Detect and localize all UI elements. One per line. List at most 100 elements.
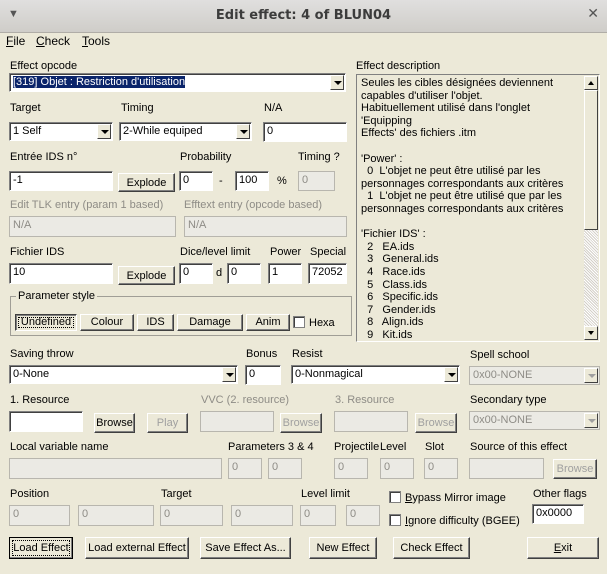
param-style-ids-button[interactable]: IDS <box>137 314 174 331</box>
explode-ids-entry-button[interactable]: Explode <box>118 173 175 192</box>
local-variable-label: Local variable name <box>10 441 109 453</box>
resource3-input <box>334 411 408 432</box>
exit-button[interactable]: Exit <box>527 537 599 559</box>
projectile-input: 0 <box>334 458 368 479</box>
probability-separator: - <box>219 175 223 187</box>
dice-d-label: d <box>216 267 223 279</box>
scroll-up-icon[interactable] <box>584 76 598 90</box>
menu-tools[interactable]: Tools <box>82 34 110 48</box>
target-value: 1 Self <box>13 125 42 137</box>
probability-min-input[interactable]: 0 <box>179 171 213 191</box>
chevron-down-icon[interactable] <box>222 367 236 382</box>
na-input[interactable]: 0 <box>263 122 347 142</box>
saving-throw-value: 0-None <box>13 368 50 380</box>
ignore-difficulty-label: Ignore difficulty (BGEE) <box>405 515 520 527</box>
bypass-mirror-checkbox[interactable] <box>389 491 401 503</box>
resist-label: Resist <box>292 348 323 360</box>
target-position-label: Target <box>161 488 192 500</box>
param-style-colour-button[interactable]: Colour <box>80 314 134 331</box>
spell-school-select: 0x00-NONE <box>469 366 600 385</box>
menu-check[interactable]: Check <box>36 34 70 48</box>
resource2-label: VVC (2. resource) <box>201 394 290 406</box>
scroll-down-icon[interactable] <box>584 326 598 340</box>
target-select[interactable]: 1 Self <box>9 122 113 141</box>
param-style-undefined-button[interactable]: Undefined <box>15 314 77 331</box>
resist-select[interactable]: 0-Nonmagical <box>291 365 460 384</box>
level-limit-label: Level limit <box>301 488 350 500</box>
secondary-type-select: 0x00-NONE <box>469 411 600 430</box>
title-bar: ▼ Edit effect: 4 of BLUN04 ✕ <box>0 0 607 33</box>
scroll-thumb[interactable] <box>584 90 598 230</box>
bypass-mirror-label: Bypass Mirror image <box>405 492 506 504</box>
new-effect-button[interactable]: New Effect <box>309 537 377 559</box>
bonus-label: Bonus <box>246 348 278 360</box>
parameter-style-legend: Parameter style <box>16 290 98 302</box>
special-input[interactable]: 72052 <box>308 263 347 284</box>
resource2-browse-button: Browse <box>280 413 322 433</box>
effect-opcode-select[interactable]: [319] Objet : Restriction d'utilisation <box>9 73 346 92</box>
hexa-label: Hexa <box>309 317 335 329</box>
effect-opcode-label: Effect opcode <box>10 60 78 72</box>
window-title: Edit effect: 4 of BLUN04 <box>215 8 392 23</box>
menu-file[interactable]: File <box>6 34 25 48</box>
dice-sides-input[interactable]: 0 <box>227 263 261 284</box>
chevron-down-icon[interactable] <box>444 367 458 382</box>
resource3-browse-button: Browse <box>415 413 457 433</box>
position-label: Position <box>10 488 50 500</box>
chevron-down-icon[interactable] <box>97 124 111 139</box>
ids-file-input[interactable]: 10 <box>9 263 113 284</box>
description-scrollbar[interactable] <box>584 76 598 340</box>
check-effect-button[interactable]: Check Effect <box>393 537 470 559</box>
spell-school-value: 0x00-NONE <box>473 369 533 381</box>
na-label: N/A <box>264 102 283 114</box>
ids-entry-label: Entrée IDS n° <box>10 151 78 163</box>
load-effect-button[interactable]: Load Effect <box>9 537 73 559</box>
dice-count-input[interactable]: 0 <box>179 263 213 284</box>
chevron-down-icon[interactable] <box>236 124 250 139</box>
level-label: Level <box>380 441 407 453</box>
load-external-effect-button[interactable]: Load external Effect <box>85 537 189 559</box>
effect-description-box[interactable]: Seules les cibles désignées deviennent c… <box>356 74 600 342</box>
tlk-label: Edit TLK entry (param 1 based) <box>10 199 164 211</box>
param-style-anim-button[interactable]: Anim <box>246 314 290 331</box>
save-effect-as-button[interactable]: Save Effect As... <box>200 537 291 559</box>
dice-label: Dice/level limit <box>180 246 251 258</box>
resource1-browse-button[interactable]: Browse <box>94 413 135 433</box>
source-browse-button: Browse <box>553 459 597 479</box>
projectile-label: Projectile <box>334 441 380 453</box>
source-label: Source of this effect <box>470 441 568 453</box>
other-flags-input[interactable]: 0x0000 <box>532 504 584 524</box>
param4-input: 0 <box>268 458 302 479</box>
resource1-input[interactable] <box>9 411 83 432</box>
slot-label: Slot <box>425 441 444 453</box>
timing-select[interactable]: 2-While equiped <box>119 122 252 141</box>
target-y-input: 0 <box>231 505 293 526</box>
params34-label: Parameters 3 & 4 <box>228 441 314 453</box>
chevron-down-icon[interactable] <box>330 75 344 90</box>
resist-value: 0-Nonmagical <box>295 368 363 380</box>
secondary-type-value: 0x00-NONE <box>473 414 533 426</box>
effect-description-label: Effect description <box>356 60 441 72</box>
position-y-input: 0 <box>78 505 154 526</box>
param-style-damage-button[interactable]: Damage <box>177 314 243 331</box>
efftext-label: Efftext entry (opcode based) <box>184 199 322 211</box>
level-input: 0 <box>380 458 414 479</box>
hexa-checkbox[interactable] <box>293 316 305 328</box>
other-flags-label: Other flags <box>533 488 587 500</box>
target-x-input: 0 <box>160 505 223 526</box>
resource1-label: 1. Resource <box>10 394 70 406</box>
ids-entry-input[interactable]: -1 <box>9 171 113 191</box>
saving-throw-select[interactable]: 0-None <box>9 365 238 384</box>
efftext-input: N/A <box>184 216 347 237</box>
ignore-difficulty-checkbox[interactable] <box>389 514 401 526</box>
power-label: Power <box>270 246 302 258</box>
bonus-input[interactable]: 0 <box>245 365 281 385</box>
resource3-label: 3. Resource <box>335 394 395 406</box>
probability-label: Probability <box>180 151 232 163</box>
power-input[interactable]: 1 <box>268 263 302 284</box>
chevron-down-icon <box>584 413 598 428</box>
menu-bar: File Check Tools <box>0 32 607 50</box>
close-icon[interactable]: ✕ <box>587 6 599 22</box>
probability-max-input[interactable]: 100 <box>235 171 269 191</box>
explode-ids-file-button[interactable]: Explode <box>118 266 175 285</box>
